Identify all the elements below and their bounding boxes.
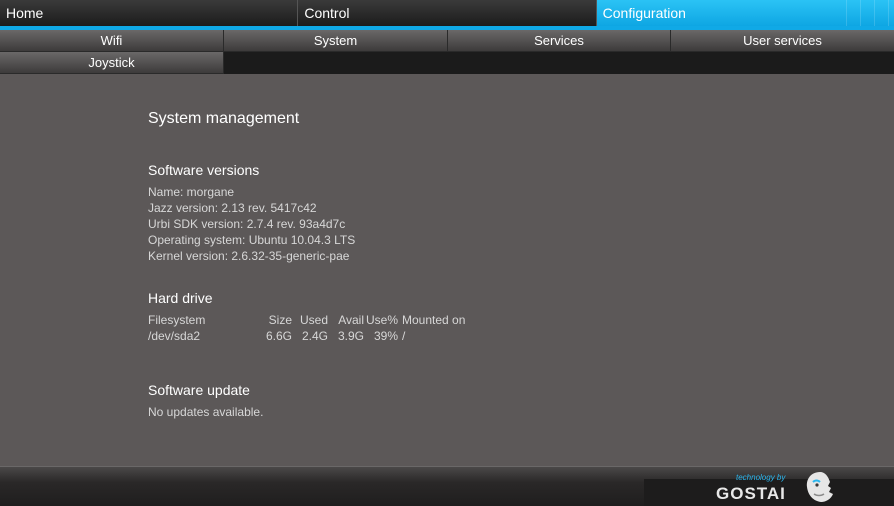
header-used: Used [299, 313, 328, 327]
version-jazz: Jazz version: 2.13 rev. 5417c42 [148, 201, 317, 215]
brand-tagline: technology by [736, 473, 786, 482]
gostai-face-icon [804, 470, 836, 504]
update-status: No updates available. [148, 405, 264, 419]
page-title: System management [148, 110, 300, 127]
gostai-brand: technology by GOSTAI [716, 470, 806, 504]
software-update-section: Software update No updates available. [148, 382, 263, 420]
cell-use-percent: 39% [373, 329, 398, 343]
cell-mounted-on: / [402, 329, 406, 343]
version-urbi-sdk: Urbi SDK version: 2.7.4 rev. 93a4d7c [148, 217, 346, 231]
subtab-user-services[interactable]: User services [671, 30, 894, 52]
sub-navigation: Wifi System Services User services Joyst… [0, 30, 894, 74]
header-filesystem: Filesystem [148, 313, 206, 327]
header-size: Size [268, 313, 292, 327]
tab-home[interactable]: Home [0, 0, 299, 26]
disk-table-header: Filesystem Size Used Avail Use% Mounted … [148, 312, 465, 328]
version-kernel: Kernel version: 2.6.32-35-generic-pae [148, 249, 350, 263]
cell-filesystem: /dev/sda2 [148, 329, 201, 343]
hard-drive-section: Hard drive Filesystem Size Used Avail Us… [148, 290, 465, 344]
subtab-wifi[interactable]: Wifi [0, 30, 224, 52]
software-versions-title: Software versions [148, 162, 260, 178]
cell-avail: 3.9G [337, 329, 364, 343]
main-content: System management Software versions Name… [148, 110, 748, 419]
hard-drive-title: Hard drive [148, 290, 213, 306]
cell-used: 2.4G [301, 329, 328, 343]
header-use-percent: Use% [365, 313, 398, 327]
tab-control[interactable]: Control [298, 0, 597, 26]
software-update-title: Software update [148, 382, 250, 398]
brand-name: GOSTAI [716, 484, 786, 503]
software-versions-section: Software versions Name: morgane Jazz ver… [148, 162, 355, 264]
tab-configuration[interactable]: Configuration [596, 0, 894, 26]
table-row: /dev/sda2 6.6G 2.4G 3.9G 39% / [148, 328, 465, 344]
header-avail: Avail [338, 313, 364, 327]
subtab-system[interactable]: System [224, 30, 448, 52]
cell-size: 6.6G [265, 329, 292, 343]
top-navigation: Home Control Configuration [0, 0, 894, 28]
subtab-services[interactable]: Services [448, 30, 671, 52]
header-mounted-on: Mounted on [402, 313, 466, 327]
version-operating-system: Operating system: Ubuntu 10.04.3 LTS [148, 233, 356, 247]
version-name: Name: morgane [148, 185, 235, 199]
subtab-joystick[interactable]: Joystick [0, 52, 224, 74]
